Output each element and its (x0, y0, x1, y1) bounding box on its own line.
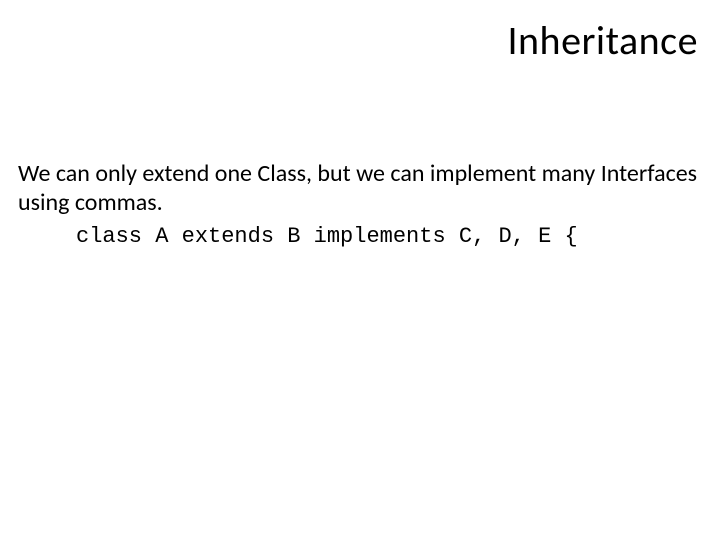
paragraph: We can only extend one Class, but we can… (18, 160, 702, 218)
body-text: We can only extend one Class, but we can… (18, 160, 702, 250)
slide-title: Inheritance (507, 16, 698, 65)
slide: Inheritance We can only extend one Class… (0, 0, 720, 540)
code-block: class A extends B implements C, D, E { (18, 224, 702, 250)
